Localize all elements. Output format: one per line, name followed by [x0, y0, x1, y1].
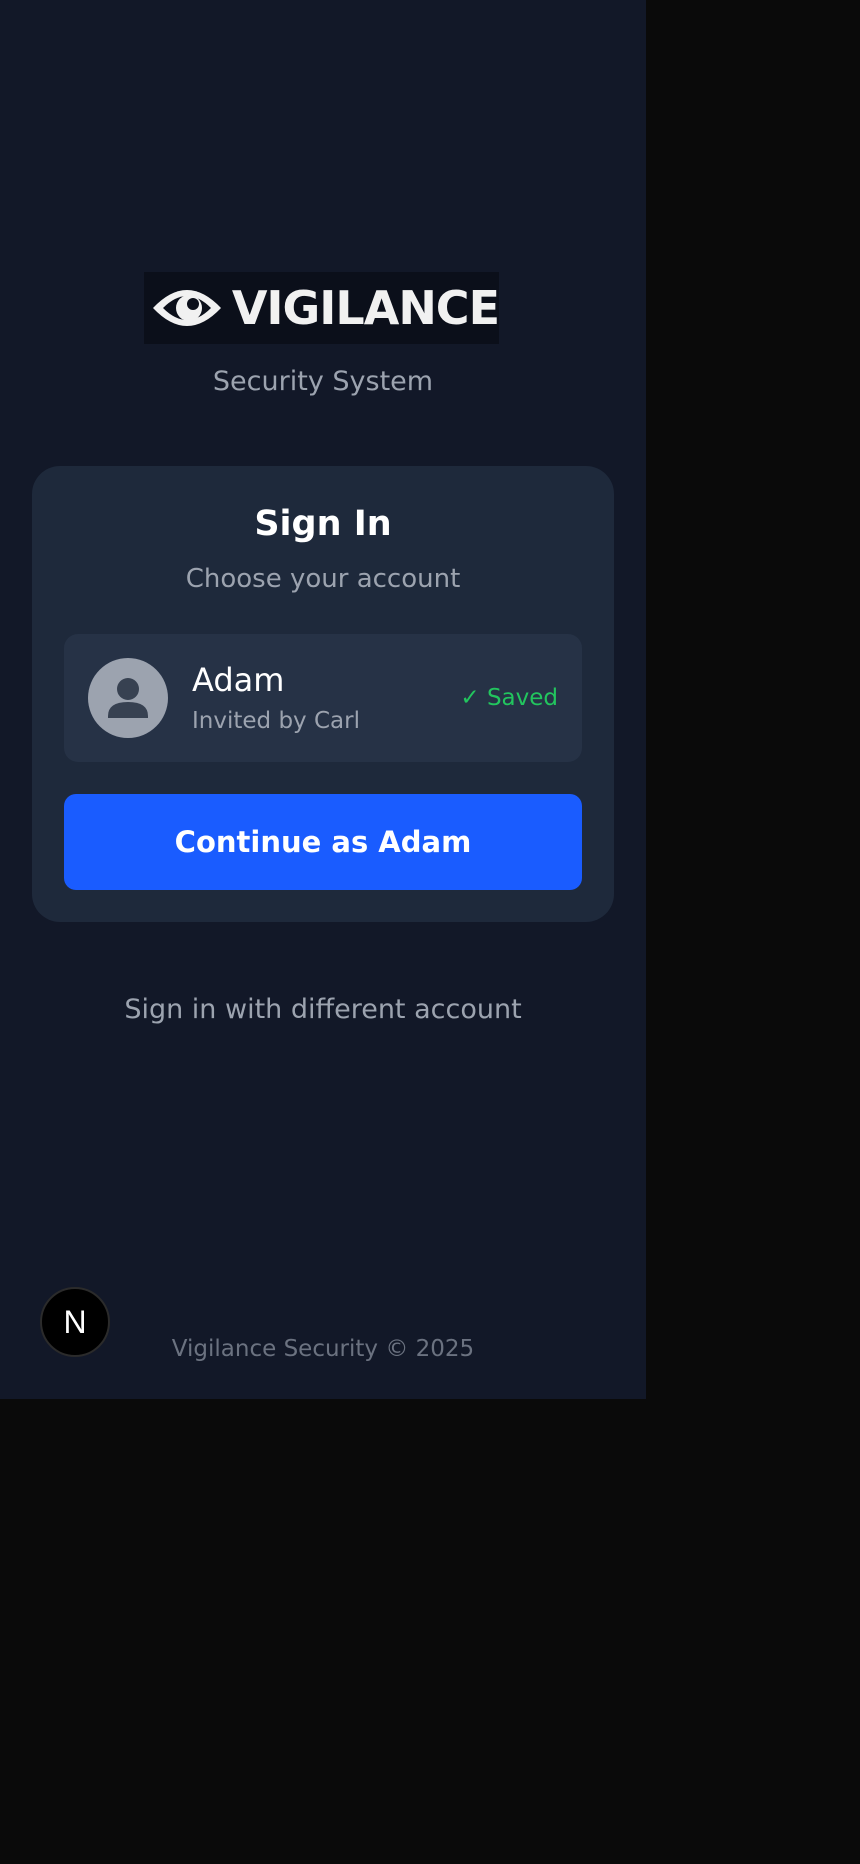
- saved-account-item[interactable]: Adam Invited by Carl ✓ Saved: [64, 634, 582, 762]
- brand-tagline: Security System: [212, 366, 434, 397]
- avatar: [88, 658, 168, 738]
- account-invited-by: Invited by Carl: [192, 708, 360, 734]
- eye-icon: [144, 272, 230, 344]
- sign-in-title: Sign In: [254, 504, 392, 544]
- different-account-link[interactable]: Sign in with different account: [0, 992, 646, 1028]
- vigilance-logo: VIGILANCE: [144, 272, 500, 344]
- app-container: VIGILANCE Security System Sign In Choose…: [0, 0, 646, 1399]
- user-icon: [108, 678, 148, 718]
- nextjs-dev-badge[interactable]: N: [40, 1287, 110, 1357]
- sign-in-subtitle: Choose your account: [185, 564, 461, 594]
- logo-wordmark: VIGILANCE: [231, 281, 500, 335]
- continue-as-account-button[interactable]: Continue as Adam: [64, 794, 582, 890]
- account-name: Adam: [192, 661, 285, 699]
- saved-status-badge: ✓ Saved: [460, 685, 558, 711]
- sign-in-card: Sign In Choose your account Adam Invited…: [32, 466, 614, 922]
